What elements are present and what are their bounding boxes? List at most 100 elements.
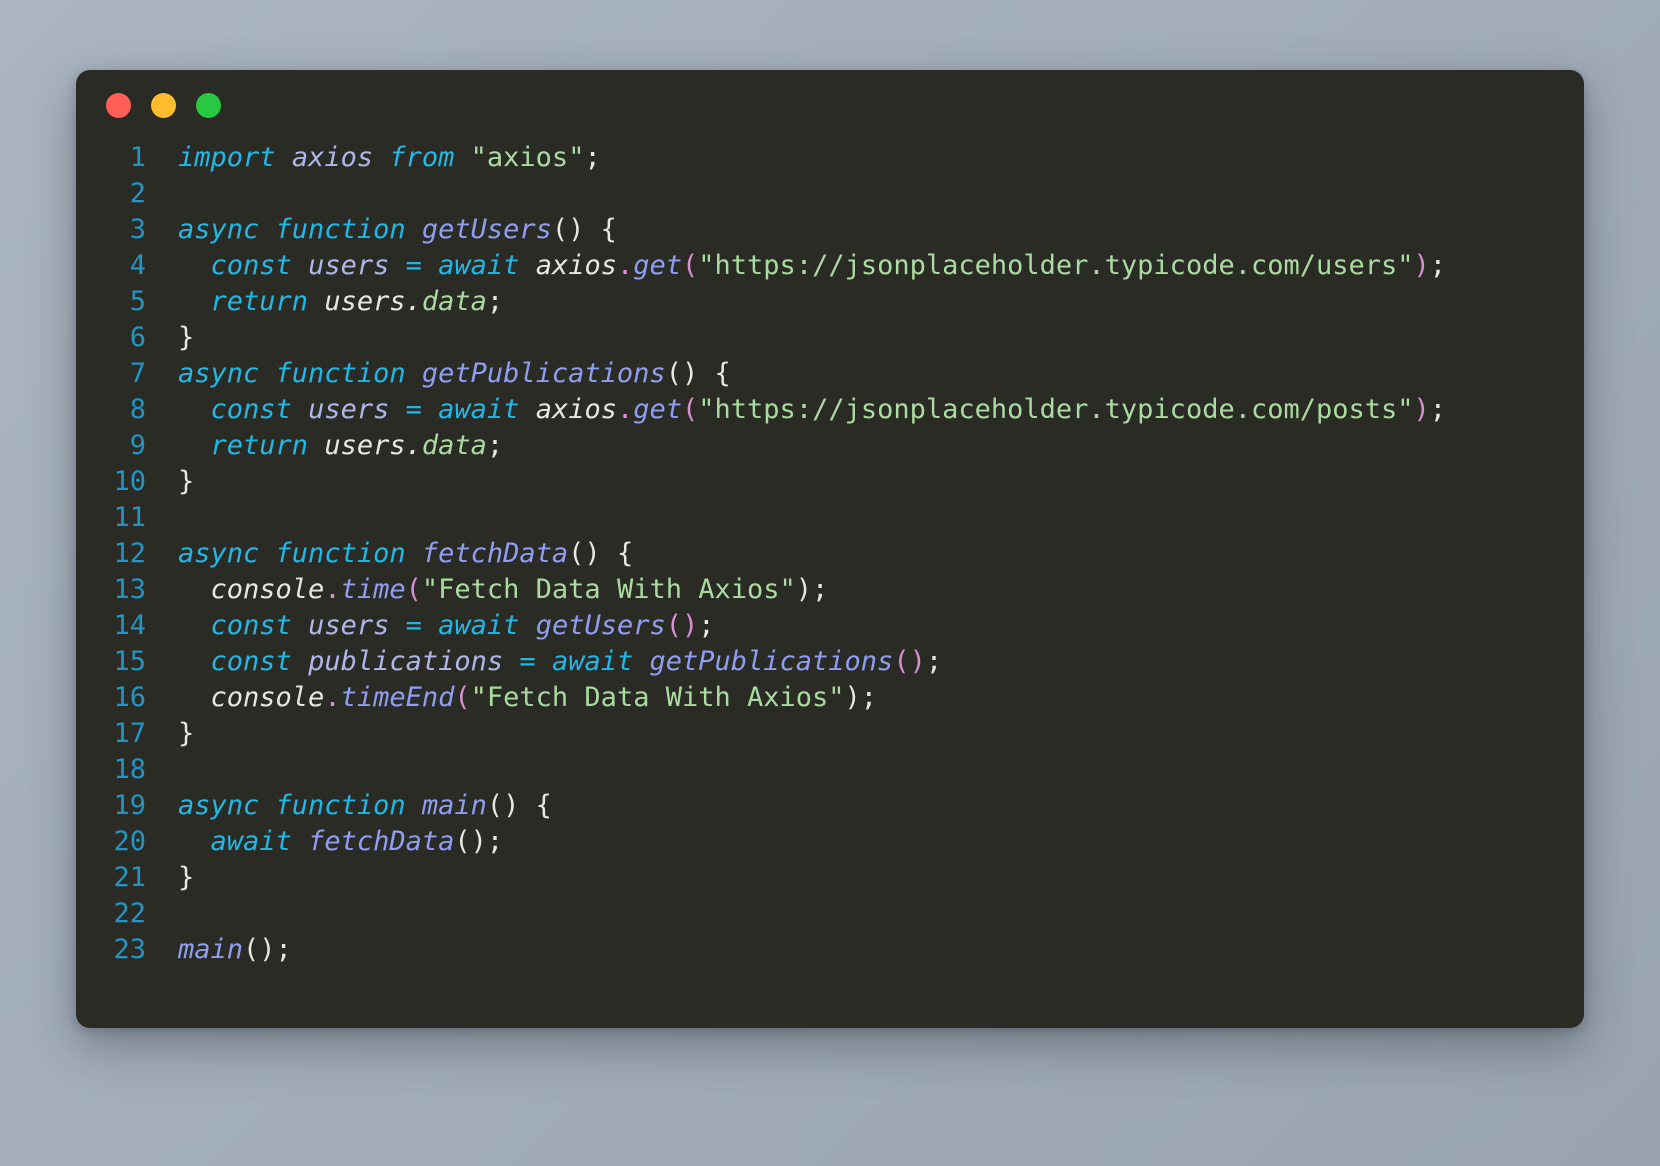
code-line[interactable]: 23 main(); xyxy=(76,932,1584,968)
line-number: 1 xyxy=(129,142,146,173)
maximize-window-button[interactable] xyxy=(196,92,221,118)
code-line[interactable]: 2 xyxy=(76,176,1584,212)
code-token: } xyxy=(178,322,195,353)
code-token: axios xyxy=(535,394,617,425)
code-line-content: } xyxy=(146,320,194,356)
code-token: ; xyxy=(486,430,504,461)
code-line[interactable]: 3 async function getUsers() { xyxy=(76,212,1584,248)
line-number: 12 xyxy=(113,538,146,569)
code-token: async xyxy=(178,790,260,821)
code-token: . xyxy=(616,250,634,281)
code-token: } xyxy=(178,718,195,749)
line-number: 20 xyxy=(113,826,146,857)
code-editor-body[interactable]: 1 import axios from "axios"; 2 3 async funct… xyxy=(76,130,1584,968)
code-line[interactable]: 11 xyxy=(76,500,1584,536)
line-number: 22 xyxy=(113,898,146,929)
code-token: getUsers xyxy=(535,610,666,641)
line-number: 2 xyxy=(129,178,146,209)
code-token: . xyxy=(616,394,634,425)
code-token: ; xyxy=(486,286,504,317)
code-token: await xyxy=(438,394,520,425)
code-token: () xyxy=(243,934,276,965)
code-token: () xyxy=(665,610,699,641)
code-line-content: await fetchData(); xyxy=(146,824,504,860)
code-line[interactable]: 10} xyxy=(76,464,1584,500)
code-line[interactable]: 1 import axios from "axios"; xyxy=(76,140,1584,176)
code-token: = xyxy=(519,646,536,677)
code-token: () xyxy=(893,646,926,677)
code-line[interactable]: 6} xyxy=(76,320,1584,356)
code-line-content: const users = await axios.get("https://j… xyxy=(146,392,1447,428)
code-token: () { xyxy=(665,358,731,389)
code-token: ; xyxy=(812,574,829,605)
code-line[interactable]: 9 return users.data; xyxy=(76,428,1584,464)
code-token: axios xyxy=(535,250,617,281)
code-token: } xyxy=(178,862,195,893)
code-token: console xyxy=(210,574,325,605)
code-token: ) xyxy=(1413,394,1430,425)
code-token: "https://jsonplaceholder.typicode.com/us… xyxy=(698,250,1414,281)
code-token: "Fetch Data With Axios" xyxy=(421,574,796,605)
code-token: = xyxy=(405,394,422,425)
code-line-content: async function getPublications() { xyxy=(146,356,731,392)
code-line[interactable]: 14 const users = await getUsers(); xyxy=(76,608,1584,644)
code-token: = xyxy=(405,250,422,281)
code-line[interactable]: 16 console.timeEnd("Fetch Data With Axio… xyxy=(76,680,1584,716)
line-number: 6 xyxy=(129,322,146,353)
code-token: publications xyxy=(308,646,504,677)
code-line-content: async function getUsers() { xyxy=(146,212,617,248)
code-token: get xyxy=(633,394,683,425)
code-line[interactable]: 5 return users.data; xyxy=(76,284,1584,320)
close-window-button[interactable] xyxy=(106,92,131,118)
code-line[interactable]: 4 const users = await axios.get("https:/… xyxy=(76,248,1584,284)
code-token: data xyxy=(421,286,487,317)
code-line[interactable]: 8 const users = await axios.get("https:/… xyxy=(76,392,1584,428)
code-token: axios xyxy=(291,142,374,173)
code-line[interactable]: 15 const publications = await getPublica… xyxy=(76,644,1584,680)
code-token: ( xyxy=(454,682,471,713)
code-line-content: async function main() { xyxy=(146,788,552,824)
line-number: 17 xyxy=(113,718,146,749)
code-token: "axios" xyxy=(470,142,585,173)
code-token: "https://jsonplaceholder.typicode.com/po… xyxy=(698,394,1414,425)
code-token: await xyxy=(438,250,520,281)
code-token: const xyxy=(210,610,292,641)
code-token: getUsers xyxy=(421,214,552,245)
line-number: 4 xyxy=(129,250,146,281)
code-line-content: const users = await getUsers(); xyxy=(146,608,715,644)
minimize-window-button[interactable] xyxy=(151,92,176,118)
code-token: ; xyxy=(860,682,878,713)
code-token: console xyxy=(210,682,325,713)
code-line[interactable]: 22 xyxy=(76,896,1584,932)
code-line-content: console.timeEnd("Fetch Data With Axios")… xyxy=(146,680,878,716)
code-line[interactable]: 18 xyxy=(76,752,1584,788)
code-token: "Fetch Data With Axios" xyxy=(470,682,845,713)
code-line[interactable]: 20 await fetchData(); xyxy=(76,824,1584,860)
code-line[interactable]: 12 async function fetchData() { xyxy=(76,536,1584,572)
code-line[interactable]: 13 console.time("Fetch Data With Axios")… xyxy=(76,572,1584,608)
code-line[interactable]: 17} xyxy=(76,716,1584,752)
code-line[interactable]: 21} xyxy=(76,860,1584,896)
code-token: users xyxy=(324,286,406,317)
code-token: await xyxy=(551,646,634,677)
screenshot-stage: 1 import axios from "axios"; 2 3 async funct… xyxy=(0,0,1660,1166)
code-line[interactable]: 19 async function main() { xyxy=(76,788,1584,824)
code-token: return xyxy=(210,430,309,461)
code-line[interactable]: 7 async function getPublications() { xyxy=(76,356,1584,392)
code-token: . xyxy=(324,682,341,713)
